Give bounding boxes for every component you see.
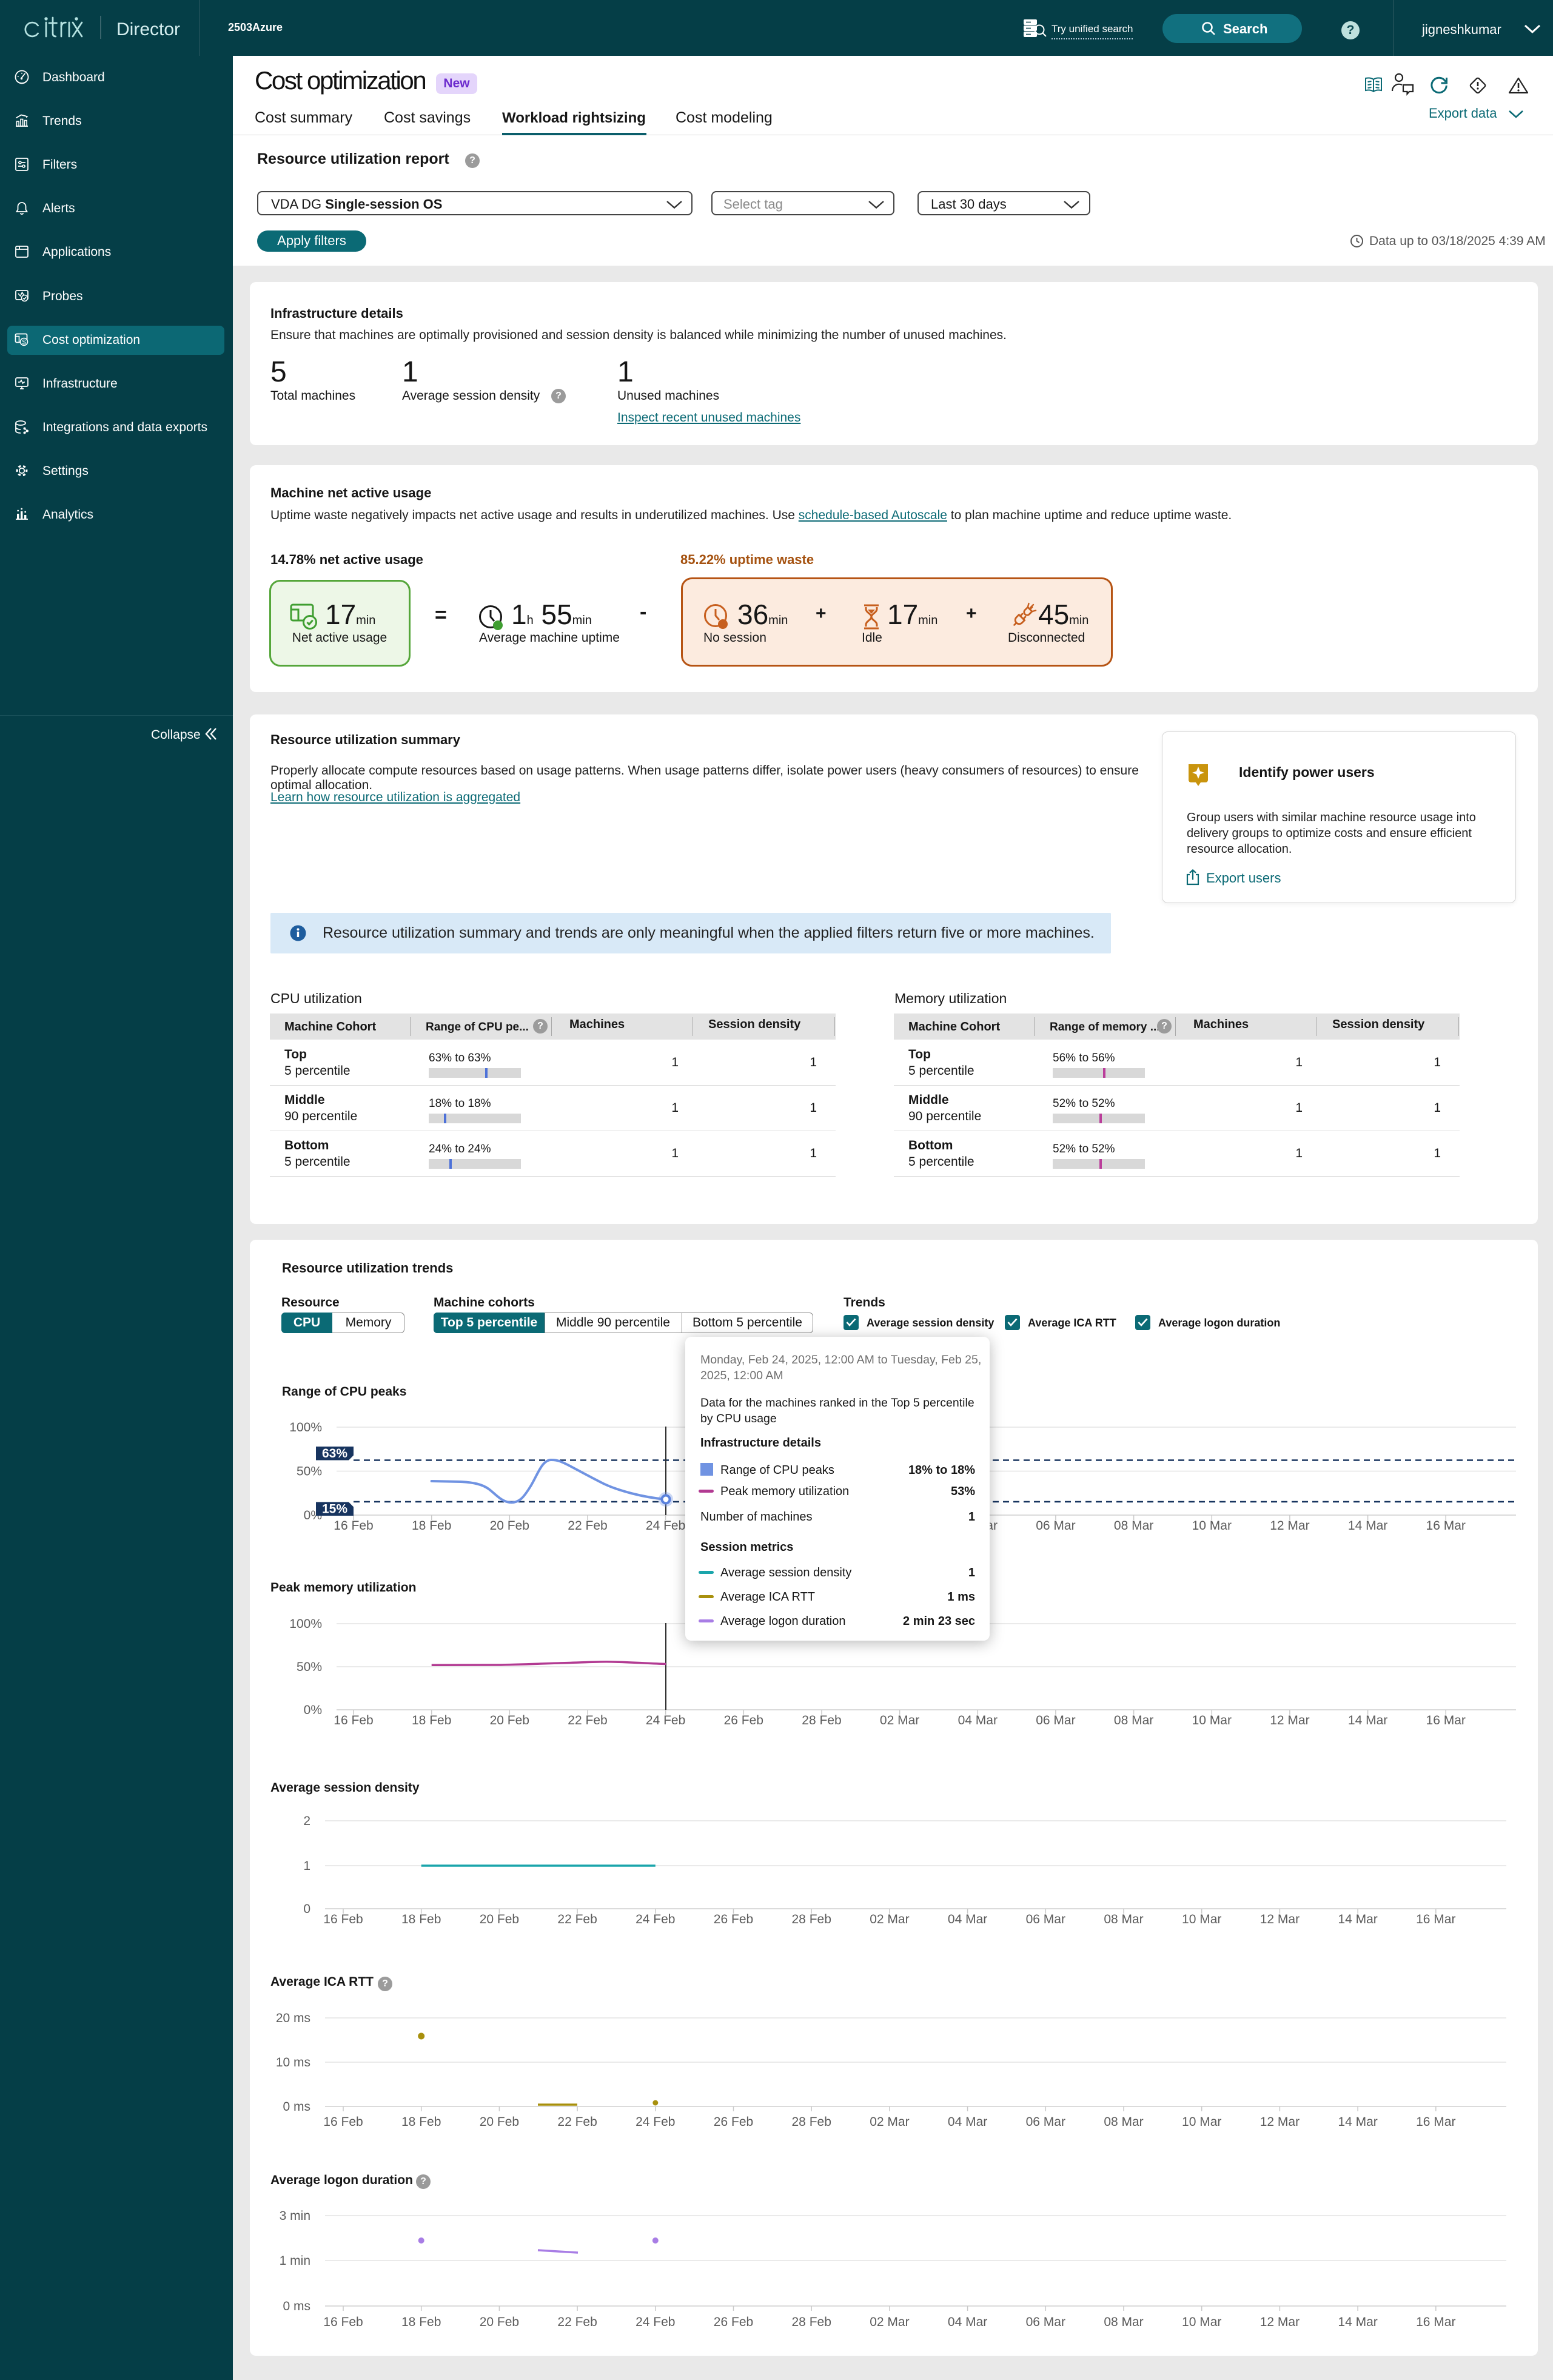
svg-text:2: 2 [303, 1814, 310, 1828]
svg-text:08 Mar: 08 Mar [1104, 1912, 1143, 1926]
svg-text:16 Mar: 16 Mar [1416, 2315, 1455, 2329]
svg-text:02 Mar: 02 Mar [870, 1912, 909, 1926]
svg-text:24 Feb: 24 Feb [646, 1713, 685, 1727]
svg-text:0 ms: 0 ms [283, 2100, 310, 2114]
svg-text:02 Mar: 02 Mar [880, 1713, 919, 1727]
svg-text:0 ms: 0 ms [283, 2299, 310, 2313]
svg-text:50%: 50% [297, 1660, 322, 1674]
svg-text:10 Mar: 10 Mar [1192, 1713, 1232, 1727]
svg-text:18 Feb: 18 Feb [401, 2115, 441, 2129]
svg-text:16 Feb: 16 Feb [323, 2315, 363, 2329]
svg-text:04 Mar: 04 Mar [958, 1713, 998, 1727]
svg-text:28 Feb: 28 Feb [792, 2315, 831, 2329]
svg-text:08 Mar: 08 Mar [1104, 2315, 1143, 2329]
svg-text:04 Mar: 04 Mar [948, 1912, 987, 1926]
svg-text:08 Mar: 08 Mar [1114, 1519, 1153, 1533]
svg-text:22 Feb: 22 Feb [568, 1713, 607, 1727]
svg-text:12 Mar: 12 Mar [1260, 2115, 1300, 2129]
svg-text:18 Feb: 18 Feb [401, 2315, 441, 2329]
svg-text:50%: 50% [297, 1465, 322, 1479]
svg-text:20 Feb: 20 Feb [490, 1713, 529, 1727]
svg-text:10 ms: 10 ms [276, 2056, 310, 2069]
svg-text:100%: 100% [289, 1617, 322, 1631]
svg-text:63%: 63% [322, 1447, 347, 1461]
svg-text:16 Mar: 16 Mar [1416, 1912, 1455, 1926]
svg-text:12 Mar: 12 Mar [1270, 1713, 1309, 1727]
svg-text:26 Feb: 26 Feb [714, 2115, 753, 2129]
svg-text:06 Mar: 06 Mar [1036, 1713, 1075, 1727]
svg-text:22 Feb: 22 Feb [557, 1912, 597, 1926]
svg-text:06 Mar: 06 Mar [1026, 1912, 1065, 1926]
svg-text:10 Mar: 10 Mar [1182, 2115, 1221, 2129]
svg-text:24 Feb: 24 Feb [636, 1912, 675, 1926]
svg-text:16 Feb: 16 Feb [334, 1519, 373, 1533]
svg-text:3 min: 3 min [280, 2209, 310, 2223]
svg-text:08 Mar: 08 Mar [1114, 1713, 1153, 1727]
svg-text:100%: 100% [289, 1420, 322, 1434]
svg-text:$: $ [22, 339, 25, 346]
svg-text:1: 1 [303, 1859, 310, 1873]
svg-text:06 Mar: 06 Mar [1026, 2315, 1065, 2329]
svg-text:12 Mar: 12 Mar [1260, 1912, 1300, 1926]
svg-text:1 min: 1 min [280, 2254, 310, 2268]
svg-text:18 Feb: 18 Feb [401, 1912, 441, 1926]
svg-text:04 Mar: 04 Mar [948, 2315, 987, 2329]
svg-text:24 Feb: 24 Feb [646, 1519, 685, 1533]
svg-text:24 Feb: 24 Feb [636, 2315, 675, 2329]
svg-text:16 Mar: 16 Mar [1426, 1519, 1466, 1533]
svg-text:22 Feb: 22 Feb [568, 1519, 607, 1533]
svg-text:14 Mar: 14 Mar [1338, 1912, 1377, 1926]
svg-text:28 Feb: 28 Feb [792, 2115, 831, 2129]
svg-text:20 ms: 20 ms [276, 2011, 310, 2025]
svg-text:02 Mar: 02 Mar [870, 2115, 909, 2129]
svg-text:16 Mar: 16 Mar [1426, 1713, 1466, 1727]
svg-text:20 Feb: 20 Feb [480, 2115, 519, 2129]
svg-text:16 Mar: 16 Mar [1416, 2115, 1455, 2129]
svg-text:16 Feb: 16 Feb [323, 1912, 363, 1926]
svg-text:20 Feb: 20 Feb [490, 1519, 529, 1533]
svg-text:26 Feb: 26 Feb [714, 2315, 753, 2329]
svg-text:20 Feb: 20 Feb [480, 2315, 519, 2329]
svg-text:22 Feb: 22 Feb [557, 2315, 597, 2329]
svg-text:10 Mar: 10 Mar [1192, 1519, 1232, 1533]
svg-text:0%: 0% [304, 1703, 322, 1717]
svg-text:02 Mar: 02 Mar [870, 2315, 909, 2329]
svg-text:18 Feb: 18 Feb [412, 1519, 451, 1533]
svg-text:26 Feb: 26 Feb [724, 1713, 763, 1727]
svg-text:12 Mar: 12 Mar [1270, 1519, 1309, 1533]
svg-text:08 Mar: 08 Mar [1104, 2115, 1143, 2129]
svg-text:28 Feb: 28 Feb [792, 1912, 831, 1926]
svg-text:10 Mar: 10 Mar [1182, 1912, 1221, 1926]
svg-text:16 Feb: 16 Feb [334, 1713, 373, 1727]
svg-text:18 Feb: 18 Feb [412, 1713, 451, 1727]
svg-text:24 Feb: 24 Feb [636, 2115, 675, 2129]
svg-text:22 Feb: 22 Feb [557, 2115, 597, 2129]
svg-text:26 Feb: 26 Feb [714, 1912, 753, 1926]
svg-text:06 Mar: 06 Mar [1026, 2115, 1065, 2129]
svg-text:10 Mar: 10 Mar [1182, 2315, 1221, 2329]
svg-text:06 Mar: 06 Mar [1036, 1519, 1075, 1533]
svg-text:04 Mar: 04 Mar [948, 2115, 987, 2129]
svg-text:0: 0 [303, 1902, 310, 1916]
svg-text:12 Mar: 12 Mar [1260, 2315, 1300, 2329]
svg-text:14 Mar: 14 Mar [1348, 1713, 1387, 1727]
svg-text:28 Feb: 28 Feb [802, 1713, 841, 1727]
svg-text:14 Mar: 14 Mar [1338, 2115, 1377, 2129]
svg-text:14 Mar: 14 Mar [1338, 2315, 1377, 2329]
svg-text:14 Mar: 14 Mar [1348, 1519, 1387, 1533]
svg-text:16 Feb: 16 Feb [323, 2115, 363, 2129]
svg-text:15%: 15% [322, 1502, 347, 1516]
svg-text:20 Feb: 20 Feb [480, 1912, 519, 1926]
